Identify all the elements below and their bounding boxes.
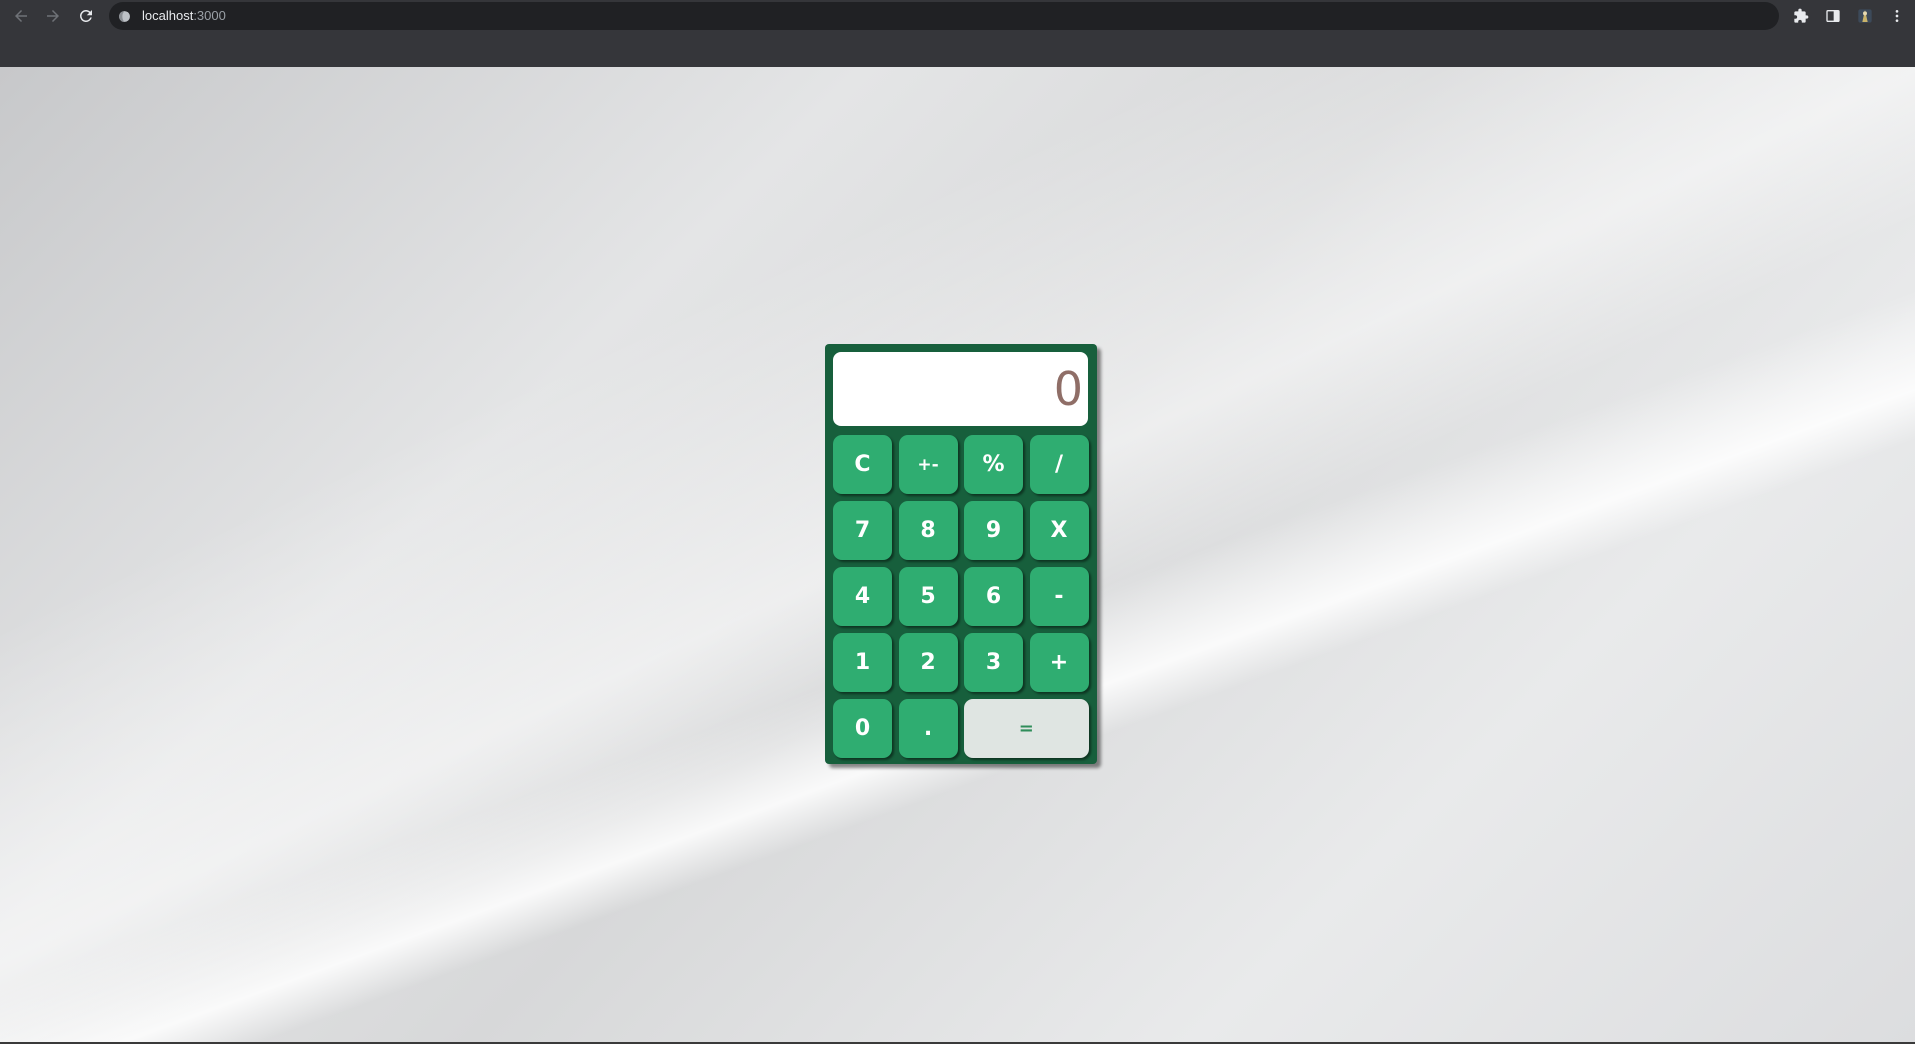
side-panel-icon[interactable]: [1822, 5, 1844, 27]
equals-button[interactable]: =: [964, 699, 1089, 758]
keypad: C +- % / 7 8 9 X 4 5 6 - 1 2 3 + 0 . =: [833, 435, 1090, 758]
browser-toolbar: localhost:3000: [0, 0, 1915, 32]
arrow-left-icon[interactable]: [8, 3, 34, 29]
kebab-menu-icon[interactable]: [1886, 5, 1908, 27]
puzzle-icon[interactable]: [1790, 5, 1812, 27]
digit-9-button[interactable]: 9: [964, 501, 1023, 560]
digit-5-button[interactable]: 5: [898, 567, 958, 626]
display-value: 0: [1053, 362, 1083, 416]
clear-button[interactable]: C: [833, 435, 892, 494]
profile-avatar-icon[interactable]: [1854, 5, 1876, 27]
url-port: :3000: [193, 8, 226, 23]
digit-0-button[interactable]: 0: [833, 699, 892, 758]
digit-6-button[interactable]: 6: [964, 567, 1023, 626]
subtract-button[interactable]: -: [1029, 567, 1089, 626]
digit-2-button[interactable]: 2: [898, 633, 958, 692]
digit-7-button[interactable]: 7: [833, 501, 892, 560]
arrow-right-icon[interactable]: [40, 3, 66, 29]
page-viewport: 0 C +- % / 7 8 9 X 4 5 6 - 1 2 3 + 0 . =: [0, 67, 1915, 1042]
address-bar[interactable]: localhost:3000: [109, 2, 1779, 30]
decimal-button[interactable]: .: [898, 699, 958, 758]
sign-toggle-button[interactable]: +-: [898, 435, 958, 494]
browser-chrome: localhost:3000: [0, 0, 1915, 67]
digit-4-button[interactable]: 4: [833, 567, 892, 626]
url-host: localhost: [142, 8, 194, 23]
digit-1-button[interactable]: 1: [833, 633, 892, 692]
digit-3-button[interactable]: 3: [964, 633, 1023, 692]
percent-button[interactable]: %: [964, 435, 1023, 494]
reload-icon[interactable]: [73, 3, 99, 29]
add-button[interactable]: +: [1029, 633, 1089, 692]
calculator: 0 C +- % / 7 8 9 X 4 5 6 - 1 2 3 + 0 . =: [825, 344, 1097, 764]
digit-8-button[interactable]: 8: [898, 501, 958, 560]
calculator-display: 0: [833, 352, 1088, 426]
url-text: localhost:3000: [142, 2, 226, 30]
site-info-icon[interactable]: [118, 10, 131, 23]
divide-button[interactable]: /: [1029, 435, 1089, 494]
multiply-button[interactable]: X: [1029, 501, 1089, 560]
